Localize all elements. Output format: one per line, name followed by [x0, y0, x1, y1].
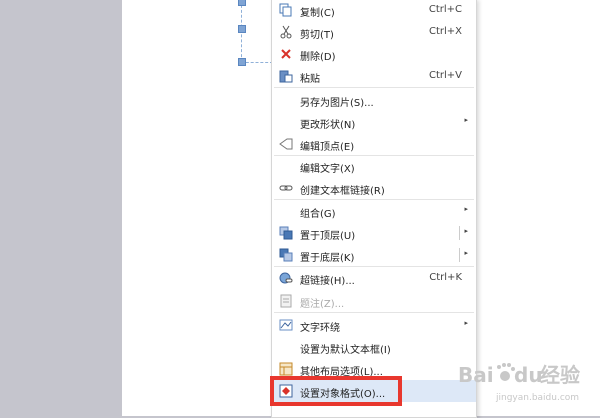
- menu-item-copy[interactable]: 复制(C) Ctrl+C: [272, 0, 476, 21]
- menu-item-paste[interactable]: 粘贴 Ctrl+V: [272, 65, 476, 87]
- menu-item-label: 创建文本框链接(R): [300, 186, 385, 197]
- copy-icon: [279, 3, 292, 17]
- menu-item-shortcut: Ctrl+V: [428, 70, 462, 81]
- menu-item-edit-text[interactable]: 编辑文字(X): [272, 155, 476, 177]
- split-divider: [459, 226, 460, 240]
- watermark-suffix: 经验: [540, 363, 580, 387]
- menu-item-create-textbox-link[interactable]: 创建文本框链接(R): [272, 177, 476, 199]
- caption-icon: [280, 294, 292, 308]
- send-to-back-icon: [279, 248, 293, 262]
- menu-item-label: 置于顶层(U): [300, 231, 356, 242]
- menu-item-label: 文字环绕: [300, 323, 340, 334]
- menu-item-hyperlink[interactable]: 超链接(H)... Ctrl+K: [272, 267, 476, 289]
- submenu-arrow-icon: ▸: [464, 116, 468, 124]
- menu-item-change-shape[interactable]: 更改形状(N) ▸: [272, 111, 476, 133]
- delete-x-icon: [281, 49, 291, 59]
- menu-item-text-wrap[interactable]: 文字环绕 ▸: [272, 314, 476, 336]
- resize-handle[interactable]: [238, 0, 246, 6]
- menu-item-label: 设置为默认文本框(I): [300, 345, 391, 356]
- menu-item-set-default-textbox[interactable]: 设置为默认文本框(I): [272, 336, 476, 358]
- menu-item-label: 编辑顶点(E): [300, 142, 355, 153]
- paste-icon: [279, 70, 293, 83]
- annotation-highlight-box: [270, 376, 402, 406]
- scissors-icon: [280, 25, 292, 39]
- menu-item-label: 超链接(H)...: [300, 276, 355, 287]
- baidu-jingyan-watermark: Bai du 经验 jingyan.baidu.com: [458, 363, 580, 403]
- menu-item-label: 另存为图片(S)...: [300, 98, 374, 109]
- menu-item-label: 更改形状(N): [300, 120, 356, 131]
- submenu-arrow-icon: ▸: [464, 205, 468, 213]
- menu-item-group[interactable]: 组合(G) ▸: [272, 200, 476, 222]
- submenu-arrow-icon: ▸: [464, 319, 468, 327]
- menu-item-shortcut: Ctrl+X: [428, 26, 462, 37]
- paw-icon: [497, 363, 515, 381]
- resize-handle[interactable]: [238, 58, 246, 66]
- menu-item-caption: 题注(Z)...: [272, 290, 476, 312]
- bring-to-front-icon: [279, 226, 293, 240]
- watermark-url: jingyan.baidu.com: [495, 393, 579, 403]
- watermark-du: du: [514, 363, 543, 387]
- menu-item-shortcut: Ctrl+C: [428, 4, 462, 15]
- submenu-arrow-icon[interactable]: ▸: [464, 227, 468, 235]
- menu-item-shortcut: Ctrl+K: [429, 272, 462, 283]
- menu-item-edit-points[interactable]: 编辑顶点(E): [272, 133, 476, 155]
- edit-points-icon: [279, 138, 293, 150]
- resize-handle[interactable]: [238, 25, 246, 33]
- menu-item-delete[interactable]: 删除(D): [272, 43, 476, 65]
- menu-separator: [274, 312, 474, 313]
- menu-item-label: 编辑文字(X): [300, 164, 355, 175]
- layout-options-icon: [279, 362, 293, 376]
- menu-item-label: 置于底层(K): [300, 253, 355, 264]
- menu-item-label: 粘贴: [300, 74, 320, 85]
- menu-item-label: 题注(Z)...: [300, 299, 345, 310]
- menu-item-bring-to-front[interactable]: 置于顶层(U) ▸: [272, 222, 476, 244]
- hyperlink-globe-icon: [279, 272, 293, 284]
- menu-separator: [274, 87, 474, 88]
- menu-item-save-as-picture[interactable]: 另存为图片(S)...: [272, 89, 476, 111]
- menu-item-cut[interactable]: 剪切(T) Ctrl+X: [272, 21, 476, 43]
- menu-item-label: 组合(G): [300, 209, 336, 220]
- watermark-brand: Bai: [458, 363, 494, 387]
- submenu-arrow-icon[interactable]: ▸: [464, 249, 468, 257]
- context-menu: 复制(C) Ctrl+C 剪切(T) Ctrl+X 删除(D) 粘贴 Ctrl+…: [271, 0, 477, 418]
- menu-item-label: 删除(D): [300, 52, 336, 63]
- menu-item-label: 剪切(T): [300, 30, 334, 41]
- text-wrap-icon: [279, 319, 293, 331]
- link-chain-icon: [279, 185, 293, 191]
- menu-item-label: 复制(C): [300, 8, 335, 19]
- menu-item-send-to-back[interactable]: 置于底层(K) ▸: [272, 244, 476, 266]
- split-divider: [459, 248, 460, 262]
